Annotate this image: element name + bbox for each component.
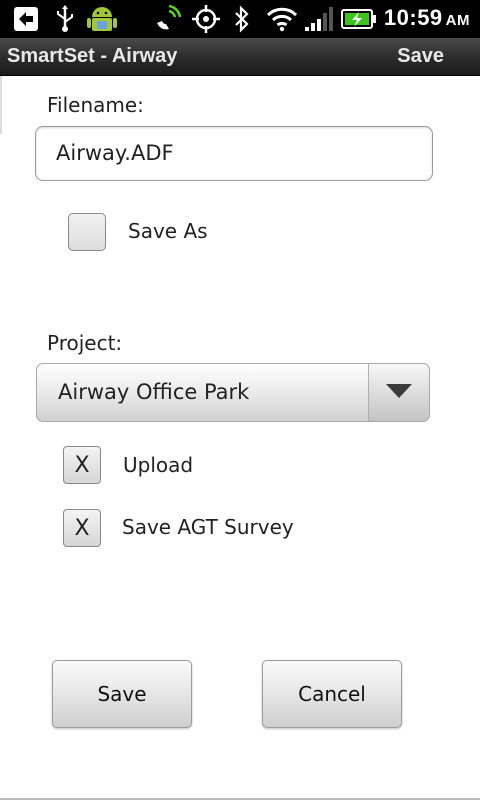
cancel-button[interactable]: Cancel [262, 660, 402, 728]
app-title: SmartSet - Airway [7, 45, 178, 67]
android-debug-icon [84, 4, 120, 34]
clock-ampm: AM [445, 12, 470, 29]
clock-time: 10:59 [383, 5, 443, 30]
save-form: Filename: Airway.ADF Save As Project: Ai… [0, 76, 480, 800]
save-as-label: Save As [128, 219, 208, 243]
bluetooth-icon [232, 4, 252, 34]
gps-phone-icon [152, 4, 182, 34]
project-selected-value: Airway Office Park [58, 380, 250, 404]
title-bar: SmartSet - Airway Save [0, 38, 480, 76]
save-as-checkbox[interactable] [68, 213, 106, 251]
gps-target-icon [192, 4, 220, 34]
save-agt-survey-label: Save AGT Survey [122, 515, 294, 539]
project-label: Project: [47, 331, 123, 355]
status-clock: 10:59 AM [384, 5, 470, 31]
upload-label: Upload [123, 453, 194, 477]
filename-field[interactable]: Airway.ADF [35, 126, 433, 181]
upload-checkbox[interactable]: X [63, 446, 101, 484]
save-agt-survey-checkbox[interactable]: X [63, 509, 101, 547]
status-bar: 10:59 AM [0, 0, 480, 38]
wifi-icon [266, 4, 298, 34]
project-spinner[interactable]: Airway Office Park [36, 363, 430, 422]
back-arrow-icon [12, 4, 40, 34]
edge-divider [0, 76, 2, 134]
title-save-button[interactable]: Save [397, 45, 444, 68]
filename-label: Filename: [47, 93, 144, 117]
chevron-down-icon [385, 383, 413, 403]
battery-charging-icon [340, 4, 378, 34]
signal-icon [303, 4, 335, 34]
project-dropdown-button[interactable] [368, 364, 429, 421]
save-button[interactable]: Save [52, 660, 192, 728]
usb-icon [52, 4, 78, 34]
